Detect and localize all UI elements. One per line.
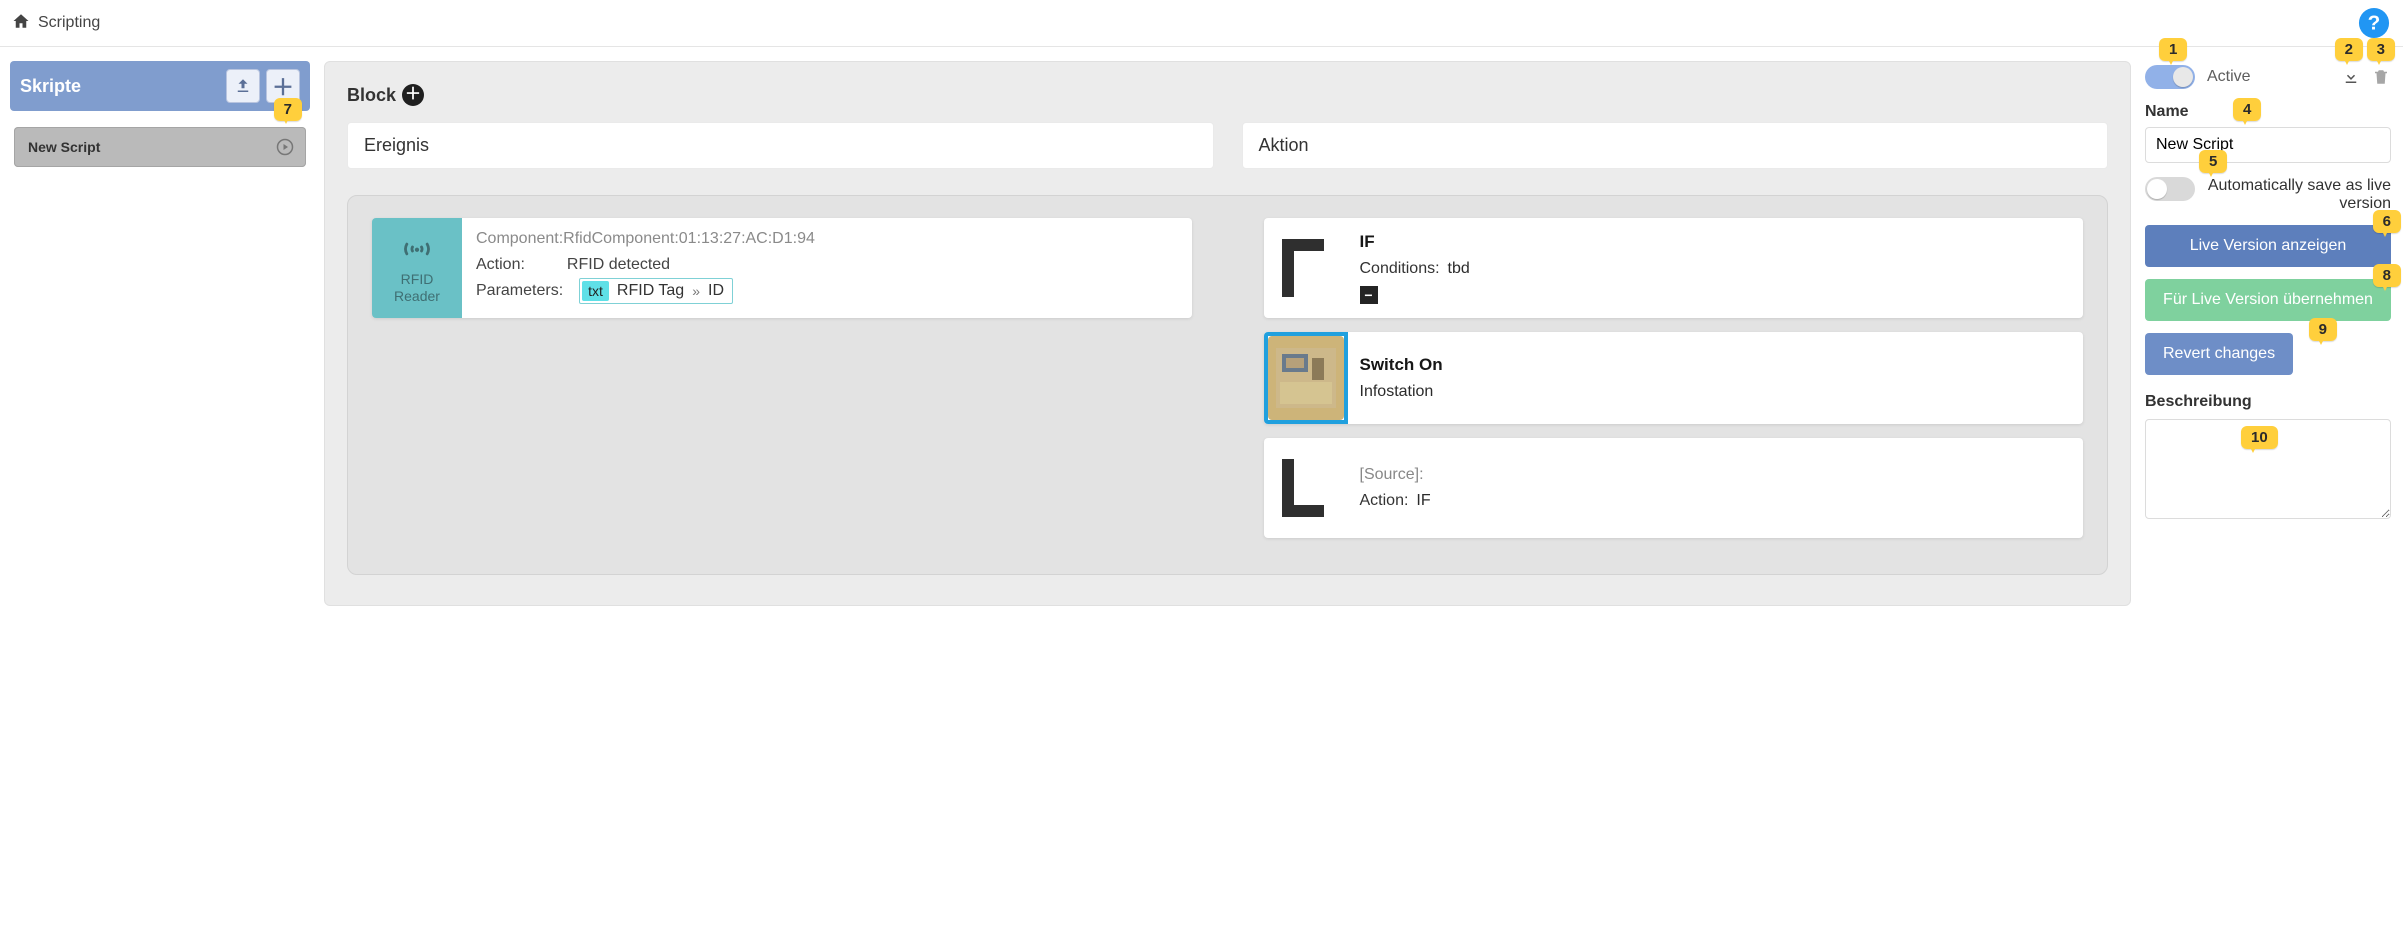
action-target: Infostation [1360,383,1434,401]
topbar: Scripting ? [0,0,2403,47]
svg-text:?: ? [2368,12,2381,35]
action-thumb-if [1264,218,1348,318]
action-card-if[interactable]: IF Conditions: tbd − [1264,218,2084,318]
main-layout: Skripte ＋ 7 New Script Block ＋ Ere [0,47,2403,620]
action-title: IF [1360,232,2074,252]
bracket-top-left-icon [1274,231,1338,305]
action-card-switch-on[interactable]: Switch On Infostation [1264,332,2084,424]
bracket-bottom-left-icon [1274,451,1338,525]
canvas: Block ＋ Ereignis Aktion RFID Reader [324,61,2131,606]
name-label: Name [2145,103,2391,121]
event-action-value: RFID detected [567,256,670,274]
auto-save-label: Automatically save as live version [2205,177,2391,213]
action-thumb-switch [1264,332,1348,424]
auto-save-row: 5 Automatically save as live version [2145,177,2391,213]
action-column: IF Conditions: tbd − [1264,218,2084,552]
callout-6: 6 [2373,210,2401,233]
action-conditions-value: tbd [1448,260,1470,278]
event-chip: RFID Reader [372,218,462,318]
action-thumb-source [1264,438,1348,538]
event-action-label: Action: [476,256,525,274]
active-label: Active [2207,68,2251,86]
remove-action-button[interactable]: − [1360,286,1378,304]
add-block-button[interactable]: ＋ [402,84,424,106]
script-item[interactable]: New Script [14,127,306,167]
event-params-label: Parameters: [476,282,563,300]
auto-save-toggle[interactable] [2145,177,2195,201]
callout-7: 7 [274,98,302,121]
breadcrumb[interactable]: Scripting [12,12,100,35]
callout-2: 2 [2335,38,2363,61]
event-column: RFID Reader Component:RfidComponent:01:1… [372,218,1192,552]
action-card-source-if[interactable]: [Source]: Action: IF [1264,438,2084,538]
play-icon [276,138,294,156]
block-title: Block ＋ [347,84,2108,106]
device-photo-icon [1268,336,1344,420]
canvas-column-headers: Ereignis Aktion [347,122,2108,169]
event-param-pill[interactable]: txt RFID Tag » ID [579,278,733,304]
callout-10: 10 [2241,426,2278,449]
param-id: ID [708,282,724,300]
rfid-icon [400,228,434,271]
panel-top-row: Active [2145,65,2391,89]
script-item-label: New Script [28,139,100,155]
param-type-badge: txt [582,281,609,301]
arrow-icon: » [692,283,700,299]
callout-5: 5 [2199,150,2227,173]
description-label: Beschreibung [2145,393,2391,411]
sidebar: Skripte ＋ 7 New Script [10,61,310,167]
help-button[interactable]: ? [2357,6,2391,40]
breadcrumb-label: Scripting [38,14,100,32]
block-title-label: Block [347,85,396,106]
revert-changes-button[interactable]: Revert changes [2145,333,2293,375]
callout-3: 3 [2367,38,2395,61]
action-source-action-label: Action: [1360,492,1409,510]
upload-button[interactable] [226,69,260,103]
block-area: RFID Reader Component:RfidComponent:01:1… [347,195,2108,575]
sidebar-header: Skripte ＋ [10,61,310,111]
name-input[interactable] [2145,127,2391,163]
sidebar-title: Skripte [20,76,81,97]
scripts-list: 7 New Script [10,127,310,167]
event-chip-caption: RFID Reader [372,271,462,306]
event-card[interactable]: RFID Reader Component:RfidComponent:01:1… [372,218,1192,318]
callout-4: 4 [2233,98,2261,121]
home-icon[interactable] [12,12,30,35]
right-panel: 1 2 3 Active Name 4 5 Automatically save… [2145,61,2393,524]
download-button[interactable] [2341,67,2361,87]
apply-live-version-button[interactable]: Für Live Version übernehmen [2145,279,2391,321]
param-text: RFID Tag [617,282,684,300]
block-columns: RFID Reader Component:RfidComponent:01:1… [372,218,2083,552]
callout-8: 8 [2373,264,2401,287]
action-conditions-label: Conditions: [1360,260,1440,278]
delete-button[interactable] [2371,67,2391,87]
action-column-header: Aktion [1242,122,2109,169]
action-source-label: [Source]: [1360,466,1424,484]
callout-1: 1 [2159,38,2187,61]
event-column-header: Ereignis [347,122,1214,169]
action-title: Switch On [1360,355,2074,375]
active-toggle[interactable] [2145,65,2195,89]
event-body: Component:RfidComponent:01:13:27:AC:D1:9… [462,218,1192,318]
show-live-version-button[interactable]: Live Version anzeigen [2145,225,2391,267]
callout-9: 9 [2309,318,2337,341]
event-component-line: Component:RfidComponent:01:13:27:AC:D1:9… [476,228,1178,250]
action-source-action-value: IF [1416,492,1430,510]
